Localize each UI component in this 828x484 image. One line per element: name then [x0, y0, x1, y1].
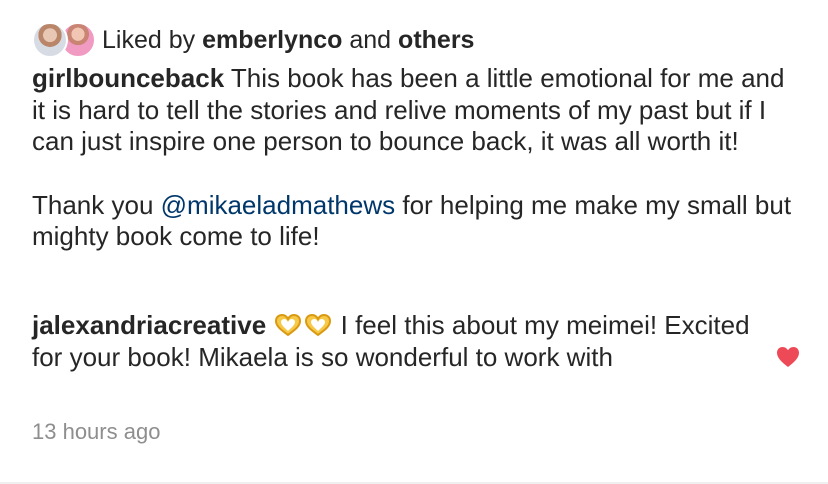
- likes-connector: and: [349, 26, 392, 54]
- caption-thanks-text: Thank you: [32, 189, 154, 220]
- heart-hands-emoji: [305, 313, 332, 337]
- post-caption: girlbounceback This book has been a litt…: [32, 63, 802, 253]
- liker-avatars[interactable]: [32, 20, 98, 60]
- comment-username-link[interactable]: jalexandriacreative: [32, 310, 266, 340]
- comment-timestamp: 13 hours ago: [32, 419, 161, 444]
- liker-username-link[interactable]: emberlynco: [202, 25, 342, 55]
- heart-hands-emoji: [275, 313, 302, 337]
- likes-summary: Liked by emberlynco and others: [32, 18, 474, 62]
- mention-link[interactable]: @mikaeladmathews: [161, 190, 395, 220]
- caption-paragraph: girlbounceback This book has been a litt…: [32, 63, 802, 158]
- caption-paragraph: Thank you @mikaeladmathews for helping m…: [32, 190, 802, 253]
- likes-others-link[interactable]: others: [398, 25, 474, 55]
- avatar[interactable]: [32, 22, 68, 58]
- comment: jalexandriacreative I feel this about my…: [32, 310, 752, 373]
- caption-username-link[interactable]: girlbounceback: [32, 63, 224, 93]
- likes-prefix: Liked by: [102, 26, 196, 54]
- heart-icon[interactable]: [775, 345, 801, 369]
